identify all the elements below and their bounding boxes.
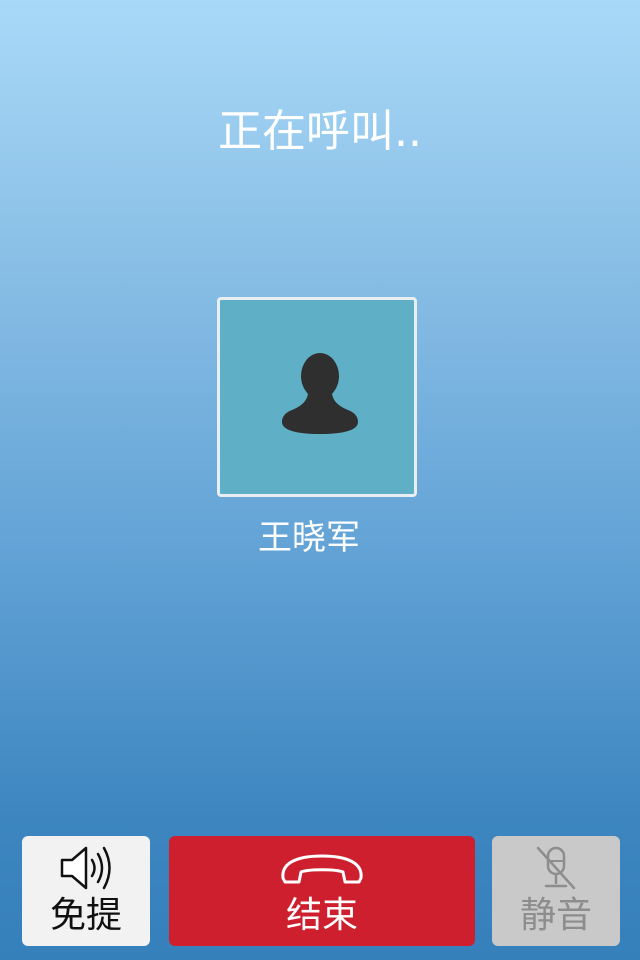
speaker-icon: [22, 840, 150, 896]
end-call-button[interactable]: 结束: [169, 836, 475, 946]
phone-hangup-icon: [169, 840, 475, 896]
contact-name: 王晓军: [258, 518, 360, 558]
person-silhouette-icon: [282, 353, 358, 434]
microphone-off-icon: [492, 840, 620, 896]
mute-button-label: 静音: [519, 895, 592, 936]
mute-button[interactable]: 静音: [492, 836, 620, 946]
speaker-button-label: 免提: [49, 895, 122, 936]
speaker-button[interactable]: 免提: [22, 836, 150, 946]
call-status-title: 正在呼叫..: [218, 106, 422, 157]
contact-avatar: [217, 297, 417, 497]
end-call-button-label: 结束: [285, 895, 358, 936]
